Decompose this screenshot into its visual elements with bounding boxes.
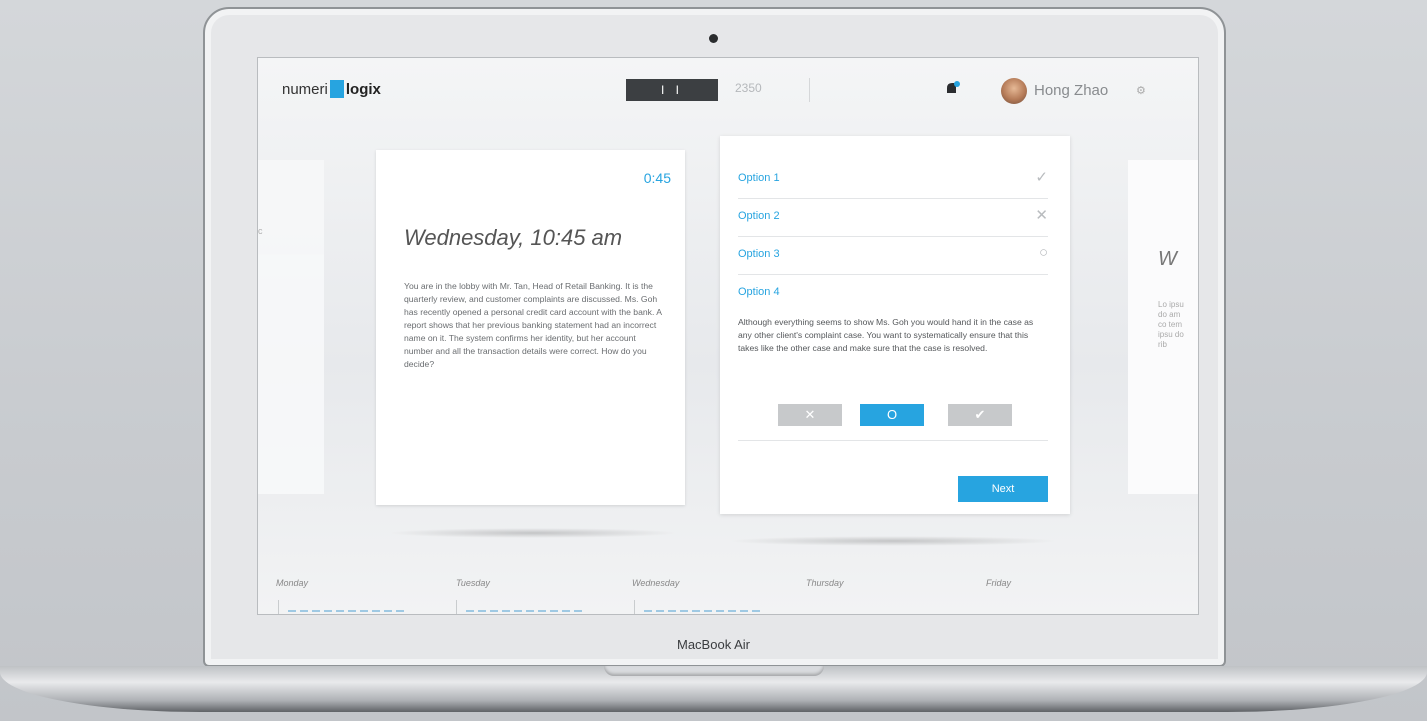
points-counter: 2350: [735, 81, 762, 95]
circle-icon: ○: [1038, 244, 1048, 261]
camera: [709, 34, 718, 43]
option-3-label: Option 3: [738, 248, 780, 260]
option-1-row[interactable]: Option 1 ✓: [738, 160, 1048, 199]
card-shadow: [388, 528, 678, 538]
device-label: MacBook Air: [677, 637, 750, 652]
day-track: [634, 600, 764, 614]
brand-suffix: logix: [345, 81, 381, 98]
accept-button[interactable]: ✔: [948, 404, 1012, 426]
brand-prefix: numeri: [282, 81, 328, 98]
option-1-label: Option 1: [738, 172, 780, 184]
scenario-text: You are in the lobby with Mr. Tan, Head …: [404, 281, 662, 369]
cross-icon: ✕: [1035, 207, 1048, 224]
next-button[interactable]: Next: [958, 476, 1048, 502]
scenario-title: Wednesday, 10:45 am: [404, 225, 623, 250]
scenario-timer: 0:45: [643, 170, 671, 186]
day-track: [456, 600, 586, 614]
week-strip: Monday Tuesday Wednesday Thursday Friday: [258, 570, 1198, 614]
ghost-left-mark: c: [258, 226, 263, 236]
card-shadow: [728, 536, 1058, 546]
scenario-card: 0:45 Wednesday, 10:45 am You are in the …: [376, 150, 685, 505]
brand-logo[interactable]: numeri logix: [282, 80, 381, 98]
day-friday[interactable]: Friday: [986, 578, 1011, 588]
logo-mark-icon: [329, 80, 344, 98]
reject-button[interactable]: ✕: [778, 404, 842, 426]
option-3-row[interactable]: Option 3 ○: [738, 236, 1048, 275]
neutral-button[interactable]: O: [860, 404, 924, 426]
option-4-description: Although everything seems to show Ms. Go…: [738, 317, 1034, 353]
gear-icon[interactable]: ⚙: [1136, 84, 1146, 97]
day-track: [278, 600, 408, 614]
check-icon: ✓: [1035, 169, 1048, 186]
timer-display: I I: [626, 79, 718, 101]
day-tuesday[interactable]: Tuesday: [456, 578, 490, 588]
day-thursday[interactable]: Thursday: [806, 578, 844, 588]
laptop-notch: [604, 666, 824, 676]
options-divider: [738, 440, 1048, 441]
ghost-right-text: Lo ipsu do am co tem ipsu do rib: [1158, 300, 1184, 349]
header-divider: [809, 78, 810, 102]
day-monday[interactable]: Monday: [276, 578, 308, 588]
user-name[interactable]: Hong Zhao: [1034, 82, 1108, 99]
previous-card-ghost[interactable]: c: [258, 160, 324, 494]
user-avatar[interactable]: [1001, 78, 1027, 104]
day-wednesday[interactable]: Wednesday: [632, 578, 679, 588]
options-card: Option 1 ✓ Option 2 ✕ Option 3 ○ Option …: [720, 136, 1070, 514]
ghost-right-title: W: [1158, 248, 1177, 270]
option-2-row[interactable]: Option 2 ✕: [738, 198, 1048, 237]
app-screen: numeri logix I I 2350 Hong Zhao ⚙ c W Lo …: [257, 57, 1199, 615]
option-2-label: Option 2: [738, 210, 780, 222]
notification-icon[interactable]: [944, 79, 962, 97]
option-4-label[interactable]: Option 4: [738, 286, 780, 298]
next-card-ghost[interactable]: W Lo ipsu do am co tem ipsu do rib: [1128, 160, 1198, 494]
